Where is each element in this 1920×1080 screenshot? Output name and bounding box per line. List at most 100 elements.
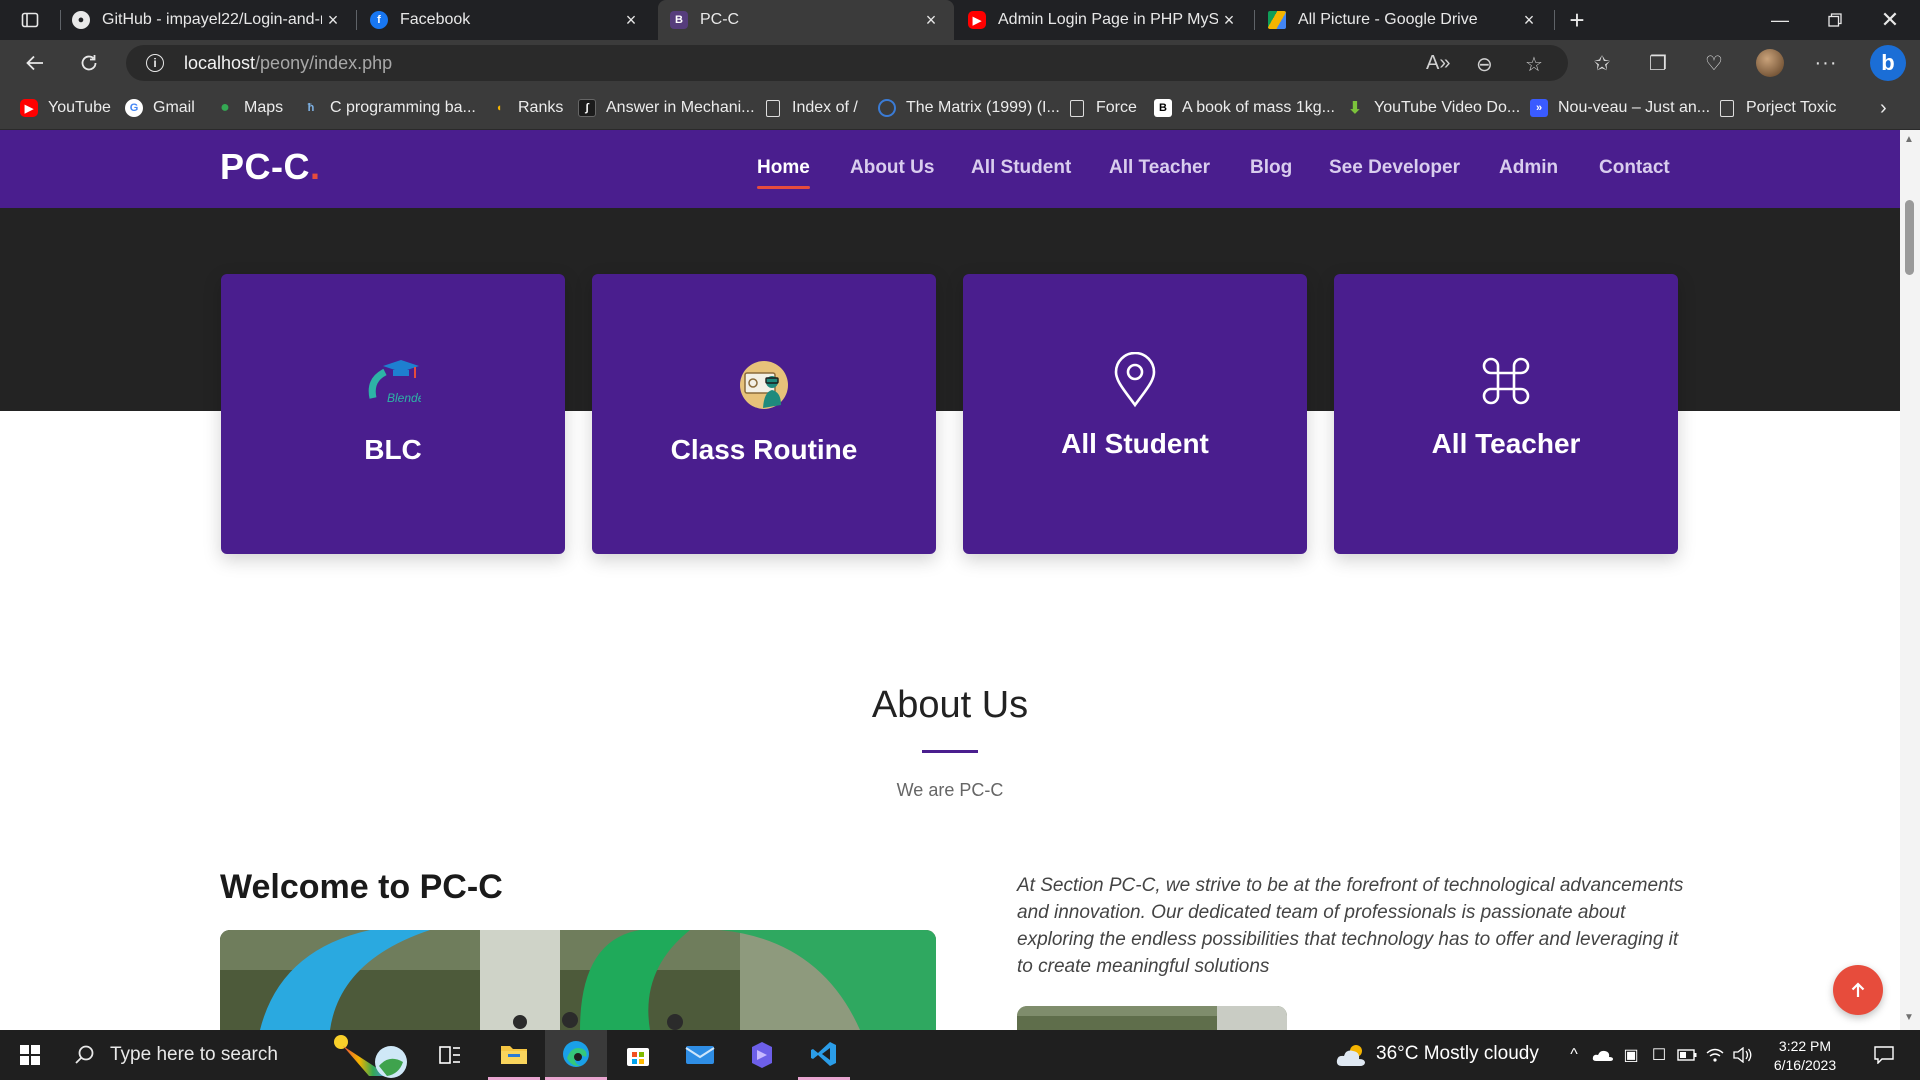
- onedrive-cloud-icon[interactable]: [1590, 1030, 1616, 1080]
- bookmark-label: Index of /: [792, 99, 858, 116]
- card-all-student[interactable]: All Student: [963, 274, 1307, 554]
- bookmark-label: Maps: [244, 99, 284, 116]
- close-icon[interactable]: ×: [620, 10, 642, 31]
- github-icon: ●: [72, 11, 90, 29]
- meet-now-icon[interactable]: ▣: [1618, 1030, 1644, 1080]
- close-icon[interactable]: ×: [1218, 10, 1240, 31]
- tray-chevron-up-icon[interactable]: ^: [1562, 1030, 1586, 1080]
- bookmark-force[interactable]: Force: [1070, 86, 1137, 130]
- google-drive-icon: [1268, 11, 1286, 29]
- bookmark-maps[interactable]: ● Maps: [216, 86, 283, 130]
- card-class-routine[interactable]: Class Routine: [592, 274, 936, 554]
- nav-see-developer[interactable]: See Developer: [1329, 157, 1460, 179]
- tab-github[interactable]: ● GitHub - impayel22/Login-and-r ×: [60, 0, 356, 40]
- nav-blog[interactable]: Blog: [1250, 157, 1292, 179]
- card-blc[interactable]: Blended BLC: [221, 274, 565, 554]
- bookmark-index-of[interactable]: Index of /: [766, 86, 858, 130]
- task-view-icon[interactable]: [428, 1030, 472, 1080]
- close-icon[interactable]: ×: [920, 10, 942, 31]
- refresh-button[interactable]: [72, 46, 106, 80]
- profile-avatar[interactable]: [1755, 48, 1785, 78]
- nav-contact[interactable]: Contact: [1599, 157, 1670, 179]
- windows-start-button[interactable]: [10, 1030, 50, 1080]
- site-icon: ħ: [307, 102, 315, 114]
- site-logo[interactable]: PC-C.: [220, 146, 321, 188]
- tab-facebook[interactable]: f Facebook ×: [358, 0, 654, 40]
- battery-icon[interactable]: [1674, 1030, 1700, 1080]
- bookmark-book-of-mass[interactable]: B A book of mass 1kg...: [1154, 86, 1335, 130]
- nav-about-us[interactable]: About Us: [850, 157, 934, 179]
- page-scrollbar[interactable]: ▲ ▼: [1900, 130, 1920, 1030]
- bookmark-youtube[interactable]: ▶ YouTube: [20, 86, 111, 130]
- restore-button[interactable]: [1815, 0, 1855, 40]
- notifications-icon[interactable]: [1864, 1030, 1904, 1080]
- volume-icon[interactable]: [1730, 1030, 1756, 1080]
- nouveau-icon: »: [1530, 99, 1548, 117]
- minimize-button[interactable]: —: [1760, 0, 1800, 40]
- about-section-subtitle: We are PC-C: [896, 780, 1004, 800]
- favorites-icon[interactable]: ✩: [1587, 48, 1617, 78]
- url-input[interactable]: i localhost/peony/index.php: [126, 45, 1568, 81]
- favorite-star-icon[interactable]: ☆: [1525, 52, 1543, 77]
- notification-app-icon[interactable]: ☐: [1646, 1030, 1672, 1080]
- browser-tab-bar: ● GitHub - impayel22/Login-and-r × f Fac…: [0, 0, 1920, 40]
- bookmark-label: The Matrix (1999) (I...: [906, 99, 1060, 116]
- close-window-button[interactable]: ✕: [1870, 0, 1910, 40]
- bookmark-answer-in-mechanics[interactable]: ∫ Answer in Mechani...: [578, 86, 755, 130]
- more-menu-icon[interactable]: ···: [1811, 48, 1841, 78]
- taskbar-clock[interactable]: 3:22 PM 6/16/2023: [1770, 1037, 1840, 1075]
- bookmark-label: A book of mass 1kg...: [1182, 99, 1335, 116]
- vscode-icon[interactable]: [798, 1030, 850, 1080]
- bookmark-ranks[interactable]: ◖ Ranks: [490, 86, 564, 130]
- weather-cloudy-icon[interactable]: [1334, 1030, 1370, 1080]
- scroll-down-arrow-icon[interactable]: ▼: [1904, 1012, 1914, 1023]
- wifi-icon[interactable]: [1702, 1030, 1728, 1080]
- bookmark-youtube-video-downloader[interactable]: ⬇ YouTube Video Do...: [1346, 86, 1520, 130]
- tab-pc-c[interactable]: B PC-C ×: [658, 0, 954, 40]
- nav-home[interactable]: Home: [757, 157, 810, 189]
- scrollbar-thumb[interactable]: [1905, 200, 1914, 275]
- bing-copilot-icon[interactable]: b: [1870, 45, 1906, 81]
- matrix-icon: [878, 99, 896, 117]
- bookmark-the-matrix[interactable]: The Matrix (1999) (I...: [878, 86, 1060, 130]
- bookmarks-overflow-chevron-icon[interactable]: ›: [1880, 86, 1887, 130]
- close-icon[interactable]: ×: [1518, 10, 1540, 31]
- search-placeholder: Type here to search: [110, 1044, 278, 1065]
- bookmark-porject-toxic[interactable]: Porject Toxic: [1720, 86, 1836, 130]
- site-info-icon[interactable]: i: [146, 54, 164, 72]
- blended-learning-icon: Blended: [221, 358, 565, 408]
- scroll-to-top-button[interactable]: [1833, 965, 1883, 1015]
- microsoft-edge-icon[interactable]: [545, 1030, 607, 1080]
- bookmark-label: Nou-veau – Just an...: [1558, 99, 1711, 116]
- tab-title: Facebook: [400, 11, 471, 28]
- bookmarks-bar: ▶ YouTube G Gmail ● Maps ħ C programming ba.…: [0, 86, 1920, 130]
- ranks-icon: ◖: [495, 102, 503, 114]
- file-explorer-icon[interactable]: [488, 1030, 540, 1080]
- weather-text[interactable]: 36°C Mostly cloudy: [1376, 1043, 1539, 1065]
- bookmark-nou-veau[interactable]: » Nou-veau – Just an...: [1530, 86, 1710, 130]
- browser-essentials-icon[interactable]: ♡: [1699, 48, 1729, 78]
- zoom-out-icon[interactable]: ⊖: [1476, 52, 1493, 77]
- nav-all-teacher[interactable]: All Teacher: [1109, 157, 1210, 179]
- microsoft-store-icon[interactable]: [614, 1030, 662, 1080]
- page-icon: [1070, 99, 1084, 117]
- collections-icon[interactable]: ❐: [1643, 48, 1673, 78]
- tab-google-drive[interactable]: All Picture - Google Drive ×: [1256, 0, 1552, 40]
- close-icon[interactable]: ×: [322, 10, 344, 31]
- tab-youtube-admin-login[interactable]: ▶ Admin Login Page in PHP MySQL ×: [956, 0, 1252, 40]
- back-button[interactable]: [18, 46, 52, 80]
- about-section-title: About Us: [871, 684, 1029, 726]
- nav-admin[interactable]: Admin: [1499, 157, 1558, 179]
- read-aloud-icon[interactable]: A»: [1426, 52, 1450, 75]
- copilot-app-icon[interactable]: [738, 1030, 786, 1080]
- google-icon: G: [125, 99, 143, 117]
- new-tab-button[interactable]: +: [1560, 0, 1594, 40]
- search-highlight-image[interactable]: [322, 1030, 416, 1080]
- bookmark-gmail[interactable]: G Gmail: [125, 86, 195, 130]
- nav-all-student[interactable]: All Student: [971, 157, 1071, 179]
- bookmark-c-programming[interactable]: ħ C programming ba...: [302, 86, 476, 130]
- tab-actions-icon[interactable]: [14, 0, 46, 40]
- card-all-teacher[interactable]: All Teacher: [1334, 274, 1678, 554]
- mail-icon[interactable]: [676, 1030, 724, 1080]
- scroll-up-arrow-icon[interactable]: ▲: [1904, 134, 1914, 145]
